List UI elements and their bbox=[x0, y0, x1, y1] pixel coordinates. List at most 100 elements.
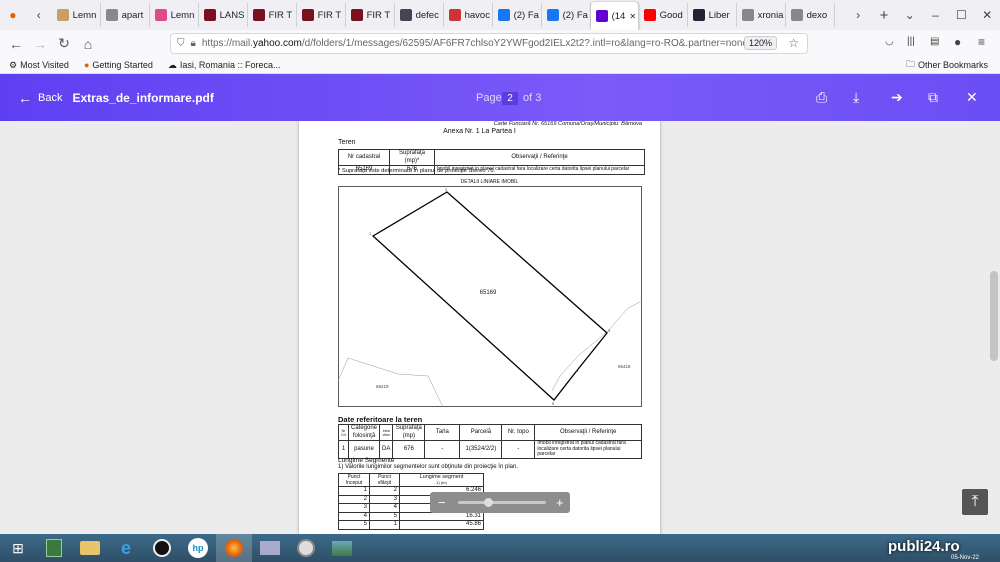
account-icon[interactable]: ● bbox=[954, 35, 961, 49]
url-bar[interactable]: ⛉ 🔒︎ https://mail. yahoo.com/d/folders/1/… bbox=[170, 33, 808, 54]
tab-10[interactable]: (2) Fa bbox=[542, 3, 591, 27]
zoom-slider[interactable] bbox=[458, 498, 546, 507]
url-host: yahoo.com bbox=[252, 38, 302, 49]
taskbar-clock-app[interactable] bbox=[288, 534, 324, 562]
arrow-up-to-line-icon: ⤒ bbox=[971, 493, 979, 510]
minimize-window-icon[interactable]: – bbox=[923, 0, 949, 30]
google-icon bbox=[741, 9, 754, 21]
list-all-tabs-icon[interactable]: ⌄ bbox=[897, 0, 923, 30]
map-title: DETALII LINIARE IMOBIL bbox=[460, 179, 519, 185]
taskbar-photos[interactable] bbox=[324, 534, 360, 562]
tab-12[interactable]: Good bbox=[639, 3, 688, 27]
taskbar-explorer[interactable] bbox=[72, 534, 108, 562]
photos-icon bbox=[332, 540, 352, 556]
close-tab-icon[interactable]: ✕ bbox=[629, 12, 636, 21]
tab-15[interactable]: dexo bbox=[786, 3, 835, 27]
segment-cell: 2 bbox=[338, 494, 370, 504]
facebook-icon bbox=[497, 9, 510, 21]
firefox-view-icon[interactable]: ● bbox=[0, 0, 26, 30]
taskbar-firefox[interactable] bbox=[216, 534, 252, 562]
tab-label: xronia bbox=[757, 9, 784, 21]
shield-icon[interactable]: ⛉ bbox=[177, 38, 185, 49]
calculator-icon bbox=[46, 539, 62, 557]
tab-label: havoc bbox=[464, 9, 490, 21]
bookmark-star-icon[interactable]: ☆ bbox=[788, 36, 799, 50]
date-teren-table: Nr Crt Categorie folosinţă Intra vilan S… bbox=[338, 424, 642, 459]
tab-2[interactable]: Lemn bbox=[150, 3, 199, 27]
navigation-toolbar: ← → ↻ ⌂ ⛉ 🔒︎ https://mail. yahoo.com/d/fo… bbox=[0, 30, 1000, 57]
scroll-to-top-button[interactable]: ⤒ bbox=[962, 489, 988, 515]
bookmark-getting-started[interactable]: ● Getting Started bbox=[84, 60, 153, 70]
close-window-icon[interactable]: ✕ bbox=[974, 0, 1000, 30]
tab-label: Liber bbox=[708, 9, 730, 21]
vertical-scrollbar[interactable] bbox=[990, 271, 998, 361]
tab-0[interactable]: Lemn bbox=[52, 3, 101, 27]
bookmark-foreca[interactable]: ☁ Iasi, Romania :: Foreca... bbox=[168, 60, 281, 71]
mail-icon bbox=[595, 10, 608, 22]
close-viewer-icon[interactable]: ✕ bbox=[966, 89, 978, 106]
weather-icon: ☁ bbox=[167, 59, 177, 70]
taskbar-network[interactable] bbox=[252, 534, 288, 562]
google-icon bbox=[790, 9, 803, 21]
folder-icon bbox=[80, 541, 100, 555]
zoom-slider-thumb[interactable] bbox=[484, 498, 493, 507]
zoom-in-button[interactable]: + bbox=[556, 495, 564, 510]
tab-5[interactable]: FIR T bbox=[297, 3, 346, 27]
segment-cell: 5 bbox=[369, 511, 400, 521]
taskbar-ie[interactable]: e bbox=[108, 534, 144, 562]
pdf-viewport[interactable]: Carte Funciară Nr. 65169 Comuna/Oraş/Mun… bbox=[0, 121, 1000, 534]
taskbar-calculator[interactable] bbox=[36, 534, 72, 562]
back-icon[interactable]: ← bbox=[4, 36, 28, 52]
tab-8[interactable]: havoc bbox=[444, 3, 493, 27]
lungime-title: Lungime Segmente bbox=[338, 457, 395, 464]
tab-13[interactable]: Liber bbox=[688, 3, 737, 27]
taskbar-media[interactable] bbox=[144, 534, 180, 562]
library-icon[interactable]: ||| bbox=[907, 36, 915, 47]
page-number-input[interactable]: 2 bbox=[502, 92, 518, 105]
tab-label: Lemn bbox=[72, 9, 97, 21]
back-button[interactable]: Back bbox=[38, 92, 62, 104]
zoom-level-badge[interactable]: 120% bbox=[743, 36, 777, 50]
tab-6[interactable]: FIR T bbox=[346, 3, 395, 27]
download-icon[interactable]: ⤓ bbox=[853, 89, 859, 106]
segment-cell: 45.86 bbox=[399, 520, 484, 530]
start-button[interactable]: ⊞ bbox=[0, 534, 36, 562]
lock-icon[interactable]: 🔒︎ bbox=[191, 38, 196, 49]
forward-icon[interactable]: → bbox=[28, 36, 52, 52]
gear-icon: ⚙ bbox=[9, 59, 18, 70]
network-icon bbox=[260, 541, 280, 555]
other-bookmarks[interactable]: 🗀 Other Bookmarks bbox=[906, 57, 988, 73]
tabs-scroll-left-icon[interactable]: ‹ bbox=[26, 0, 52, 30]
map-left-label: 68219 bbox=[376, 384, 389, 389]
bookmarks-toolbar: ⚙ Most Visited ● Getting Started ☁ Iasi, Ro… bbox=[0, 57, 1000, 74]
maximize-window-icon[interactable]: ☐ bbox=[948, 0, 974, 30]
forward-share-icon[interactable]: ➔ bbox=[891, 89, 903, 106]
tabs-scroll-right-icon[interactable]: › bbox=[845, 0, 871, 30]
print-icon[interactable]: ⎙ bbox=[816, 89, 827, 106]
open-external-icon[interactable]: ⧉ bbox=[928, 89, 938, 106]
tab-4[interactable]: FIR T bbox=[248, 3, 297, 27]
teren-note: * Suprafaţa este determinată în planul d… bbox=[338, 168, 496, 174]
windows-icon: ⊞ bbox=[12, 539, 24, 556]
tab-1[interactable]: apart bbox=[101, 3, 150, 27]
tab-3[interactable]: LANS bbox=[199, 3, 248, 27]
segment-cell: 3 bbox=[369, 494, 400, 504]
new-tab-button[interactable]: + bbox=[871, 0, 897, 30]
tab-label: FIR T bbox=[366, 9, 391, 21]
back-arrow-icon[interactable]: ← bbox=[18, 90, 32, 106]
segment-cell: 4 bbox=[338, 511, 370, 521]
tab-14[interactable]: xronia bbox=[737, 3, 786, 27]
section-date-teren: Date referitoare la teren bbox=[338, 415, 423, 424]
sidebar-icon[interactable]: ▤ bbox=[930, 36, 939, 47]
reload-icon[interactable]: ↻ bbox=[52, 35, 76, 52]
home-icon[interactable]: ⌂ bbox=[76, 36, 100, 52]
pocket-icon[interactable]: ◡ bbox=[885, 36, 894, 47]
bookmark-most-visited[interactable]: ⚙ Most Visited bbox=[9, 60, 69, 71]
tab-11[interactable]: (14 ✕ bbox=[590, 2, 639, 30]
tab-9[interactable]: (2) Fa bbox=[493, 3, 542, 27]
menu-icon[interactable]: ≡ bbox=[978, 35, 985, 49]
taskbar-hp[interactable]: hp bbox=[180, 534, 216, 562]
zoom-out-button[interactable]: − bbox=[438, 495, 452, 510]
watermark: publi24.ro bbox=[888, 538, 960, 555]
tab-7[interactable]: defec bbox=[395, 3, 444, 27]
